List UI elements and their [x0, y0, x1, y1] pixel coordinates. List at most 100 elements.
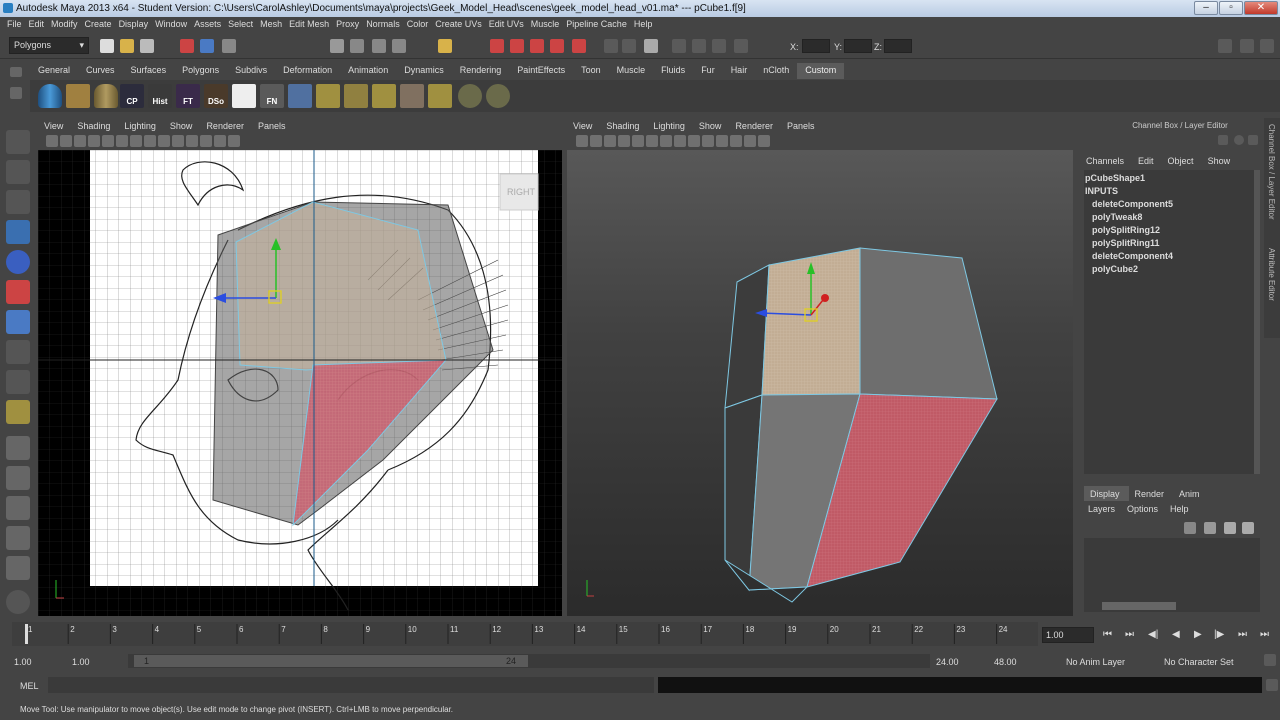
left-vp-menu-show[interactable]: Show: [164, 120, 201, 134]
lasso-tool-icon[interactable]: [6, 160, 30, 184]
left-vp-menu-view[interactable]: View: [38, 120, 71, 134]
shelf-bevel-button[interactable]: [372, 84, 396, 108]
snap-curve-icon[interactable]: [510, 39, 524, 53]
command-input[interactable]: [48, 677, 654, 693]
maximize-button[interactable]: ▫: [1219, 1, 1243, 15]
rotate-tool-icon[interactable]: [6, 250, 30, 274]
close-button[interactable]: ✕: [1244, 1, 1278, 15]
menu-file[interactable]: File: [7, 17, 28, 33]
resolution-gate-icon[interactable]: [130, 135, 142, 147]
cb-scrollbar[interactable]: [1254, 170, 1260, 474]
face-mask-icon[interactable]: [372, 39, 386, 53]
camera-attr-icon[interactable]: [60, 135, 72, 147]
open-scene-icon[interactable]: [120, 39, 134, 53]
single-pane-layout-icon[interactable]: [6, 436, 30, 460]
menu-edit-uvs[interactable]: Edit UVs: [489, 17, 530, 33]
anim-end-field[interactable]: 48.00: [994, 657, 1017, 667]
shelf-tab-hair[interactable]: Hair: [723, 63, 756, 79]
shelf-tab-surfaces[interactable]: Surfaces: [123, 63, 175, 79]
shelf-layers-button[interactable]: [288, 84, 312, 108]
shelf-extrude-button[interactable]: [344, 84, 368, 108]
shelf-cp-button[interactable]: CP: [120, 84, 144, 108]
menu-pipeline-cache[interactable]: Pipeline Cache: [566, 17, 633, 33]
two-pane-layout-icon[interactable]: [6, 496, 30, 520]
menu-mesh[interactable]: Mesh: [260, 17, 288, 33]
side-tab-channel-box[interactable]: Channel Box / Layer Editor: [1267, 124, 1276, 220]
y-field[interactable]: [844, 39, 872, 53]
film-gate-icon[interactable]: [646, 135, 658, 147]
shelf-tab-muscle[interactable]: Muscle: [609, 63, 654, 79]
cb-help-icon[interactable]: [1234, 135, 1244, 145]
xray-icon[interactable]: [214, 135, 226, 147]
menu-edit-mesh[interactable]: Edit Mesh: [289, 17, 335, 33]
menu-select[interactable]: Select: [228, 17, 259, 33]
left-vp-menu-shading[interactable]: Shading: [71, 120, 118, 134]
shelf-smooth-button[interactable]: [486, 84, 510, 108]
go-to-start-icon[interactable]: ⏮: [1103, 629, 1112, 640]
shelf-fn-button[interactable]: FN: [260, 84, 284, 108]
shelf-grid-button[interactable]: [316, 84, 340, 108]
shelf-sphere-button[interactable]: [458, 84, 482, 108]
shelf-tab-curves[interactable]: Curves: [78, 63, 123, 79]
shelf-tab-toon[interactable]: Toon: [573, 63, 609, 79]
shelf-tab-animation[interactable]: Animation: [340, 63, 396, 79]
menu-normals[interactable]: Normals: [366, 17, 406, 33]
menu-set-dropdown[interactable]: Polygons ▾: [9, 37, 89, 54]
layer-list[interactable]: [1084, 538, 1260, 600]
lock-icon[interactable]: [438, 39, 452, 53]
input-node[interactable]: polyCube2: [1085, 263, 1260, 276]
shelf-ft-button[interactable]: FT: [176, 84, 200, 108]
smooth-shade-icon[interactable]: [688, 135, 700, 147]
edge-mask-icon[interactable]: [350, 39, 364, 53]
layer-down-icon[interactable]: [1242, 522, 1254, 534]
menu-help[interactable]: Help: [634, 17, 659, 33]
viewport-right-ortho[interactable]: RIGHT: [38, 150, 562, 616]
left-vp-menu-panels[interactable]: Panels: [252, 120, 294, 134]
save-scene-icon[interactable]: [140, 39, 154, 53]
layer-tab-anim[interactable]: Anim: [1173, 486, 1209, 501]
cb-menu-channels[interactable]: Channels: [1080, 154, 1132, 166]
view-cube-label[interactable]: RIGHT: [507, 187, 536, 197]
new-layer-empty-icon[interactable]: [1184, 522, 1196, 534]
anim-prefs-icon[interactable]: [1264, 654, 1276, 666]
anim-start-field[interactable]: 1.00: [14, 657, 32, 667]
construction-history-icon[interactable]: [644, 39, 658, 53]
script-language-label[interactable]: MEL: [20, 681, 39, 691]
shelf-tab-painteffects[interactable]: PaintEffects: [509, 63, 573, 79]
hotbox-icon[interactable]: [6, 590, 30, 614]
wireframe-icon[interactable]: [144, 135, 156, 147]
film-gate-icon[interactable]: [116, 135, 128, 147]
texture-icon[interactable]: [172, 135, 184, 147]
layer-up-icon[interactable]: [1224, 522, 1236, 534]
image-plane-icon[interactable]: [88, 135, 100, 147]
z-field[interactable]: [884, 39, 912, 53]
layer-scrollbar[interactable]: [1084, 600, 1260, 612]
right-vp-menu-show[interactable]: Show: [693, 120, 730, 134]
left-vp-menu-renderer[interactable]: Renderer: [200, 120, 252, 134]
cb-menu-object[interactable]: Object: [1162, 154, 1202, 166]
smooth-shade-icon[interactable]: [158, 135, 170, 147]
xray-icon[interactable]: [744, 135, 756, 147]
shelf-tab-rendering[interactable]: Rendering: [452, 63, 510, 79]
range-slider[interactable]: 1 24: [128, 654, 930, 668]
right-vp-menu-lighting[interactable]: Lighting: [647, 120, 693, 134]
grid-toggle-icon[interactable]: [102, 135, 114, 147]
anim-layer-dropdown[interactable]: No Anim Layer: [1066, 657, 1125, 667]
character-set-dropdown[interactable]: No Character Set: [1164, 657, 1234, 667]
shadows-icon[interactable]: [730, 135, 742, 147]
menu-proxy[interactable]: Proxy: [336, 17, 365, 33]
shelf-tab-dynamics[interactable]: Dynamics: [396, 63, 452, 79]
shelf-dso-button[interactable]: DSo: [204, 84, 228, 108]
layer-menu-layers[interactable]: Layers: [1086, 504, 1125, 514]
show-manip-icon[interactable]: [6, 370, 30, 394]
graph-layout-icon[interactable]: [6, 556, 30, 580]
shelf-cylinder-button[interactable]: [38, 84, 62, 108]
input-node[interactable]: deleteComponent4: [1085, 250, 1260, 263]
select-tool-icon[interactable]: [6, 130, 30, 154]
texture-icon[interactable]: [702, 135, 714, 147]
camera-attr-icon[interactable]: [590, 135, 602, 147]
cb-settings-icon[interactable]: [1248, 135, 1258, 145]
current-time-marker[interactable]: [25, 624, 28, 644]
shelf-cube-button[interactable]: [66, 84, 90, 108]
snap-point-icon[interactable]: [530, 39, 544, 53]
